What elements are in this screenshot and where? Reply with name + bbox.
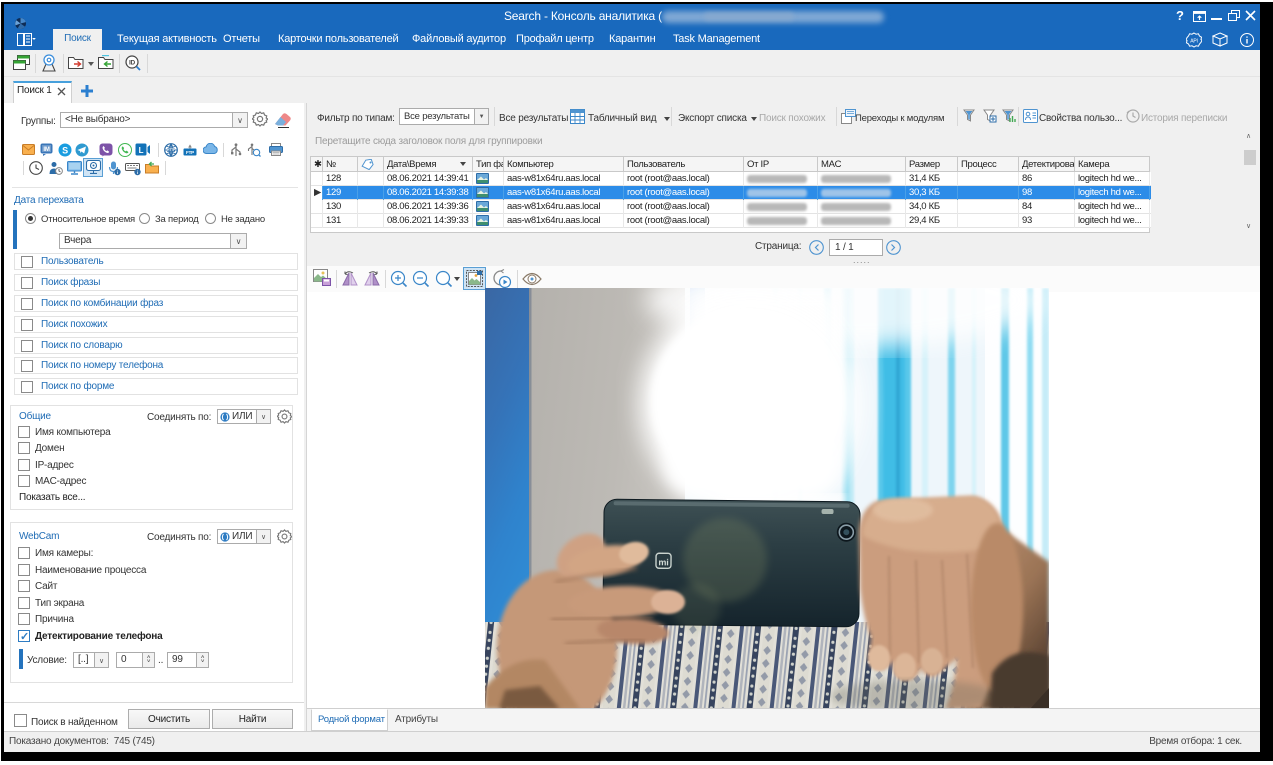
svg-text:HTTP: HTTP [167, 148, 176, 152]
svg-text:FTP: FTP [186, 150, 194, 155]
svg-text:i: i [137, 170, 138, 175]
svg-text:i: i [117, 170, 118, 175]
svg-text:S: S [62, 146, 68, 156]
svg-text:L: L [139, 146, 144, 155]
svg-text:ID: ID [129, 60, 136, 67]
svg-text:API: API [1190, 39, 1197, 45]
svg-text:IM: IM [43, 147, 49, 153]
svg-text:mi: mi [658, 557, 668, 567]
